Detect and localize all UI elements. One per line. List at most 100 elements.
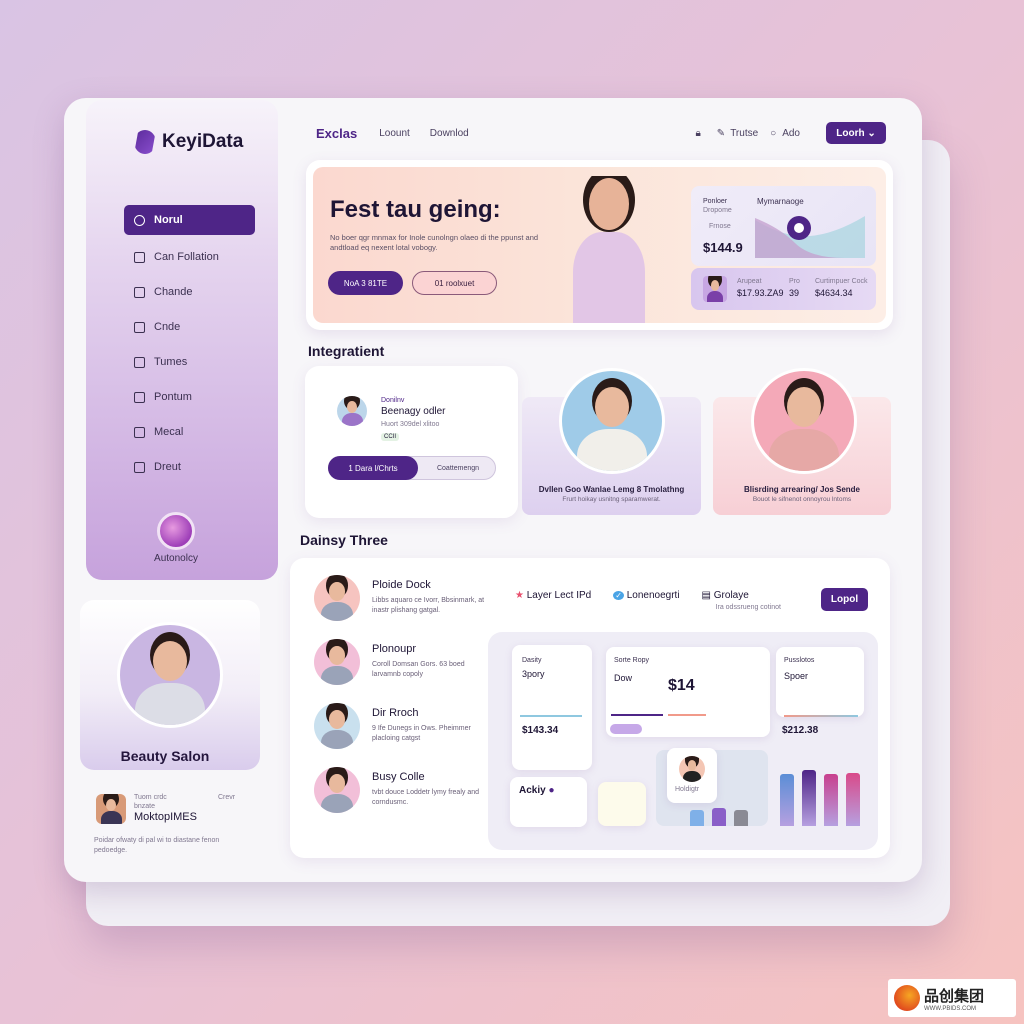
section-title-integration: Integratient [308, 343, 385, 359]
member-avatar [314, 767, 360, 813]
profile-description: Poidar ofwaty di pal wi to diastane feno… [94, 837, 220, 854]
team-member[interactable]: Plonoupr Coroll Domsan Gors. 63 boed larv… [314, 639, 494, 685]
mini-bar-chart [690, 806, 758, 826]
sidebar-item-pontum[interactable]: Pontum [124, 380, 255, 414]
member-description: Coroll Domsan Gors. 63 boed larvamnb cop… [372, 661, 465, 678]
profile-meta2: bnzate [134, 803, 156, 810]
profile-meta-right: Crevr [218, 794, 236, 801]
widget-card[interactable]: Pusslotos Spoer $212.38 [776, 647, 864, 736]
avatar[interactable] [157, 512, 195, 550]
team-member[interactable]: Dir Rroch 9 Ife Dunegs in Ows. Pheimmer p… [314, 703, 494, 749]
widget-card[interactable]: Sorte Ropy Dow $14 [606, 647, 770, 737]
bar [802, 770, 816, 826]
avatar-label: Autonolcy [154, 553, 198, 564]
summary-widget: Arupeat $17.93.ZA9 Pro 39 Curtimpuer Coc… [691, 268, 876, 310]
widget-card[interactable]: Dasity 3pory $143.34 [512, 645, 592, 770]
topbar-link[interactable]: Downlod [430, 128, 469, 139]
team-action-button[interactable]: Lopol [821, 588, 868, 611]
profile-photo [117, 622, 223, 728]
clock-icon [134, 214, 145, 226]
stat-value: $144.9 [703, 240, 743, 255]
calendar-icon [134, 321, 145, 333]
member-name: Ploide Dock [372, 579, 431, 591]
sidebar-item-label: Mecal [154, 426, 184, 438]
action-item[interactable]: ✓ Lonenoegrti [613, 590, 680, 601]
action-item[interactable]: ▤ Grolaye Ira odssrueng cotinot [702, 590, 781, 612]
sidebar-item-label: Pontum [154, 391, 192, 403]
member-avatar [314, 575, 360, 621]
hero-title: Fest tau geing: [330, 196, 501, 223]
sidebar-item-label: Dreut [154, 461, 181, 473]
top-bar: Exclas Loount Downlod 🔒︎ ✎ Trutse ○ Ado … [316, 122, 886, 144]
star-icon: ★ [515, 590, 524, 601]
bar [734, 810, 748, 826]
topbar-brand[interactable]: Exclas [316, 126, 357, 141]
toggle[interactable] [610, 724, 642, 734]
pen-icon[interactable]: ✎ [717, 128, 725, 139]
status-badge: CCII [381, 433, 399, 441]
user-thumbnail [96, 794, 126, 824]
member-avatar [314, 703, 360, 749]
action-item[interactable]: ★ Layer Lect IPd [515, 590, 591, 601]
area-chart [755, 216, 865, 258]
member-description: 9 Ife Dunegs in Ows. Pheimmer placloing … [372, 725, 471, 742]
bar [712, 808, 726, 826]
team-member[interactable]: Ploide Dock Libbs aquaro ce Ivorr, Bbsinm… [314, 575, 494, 621]
widget-card[interactable] [598, 782, 646, 826]
integration-avatar [337, 396, 367, 426]
bar [690, 810, 704, 826]
topbar-item[interactable]: Trutse [730, 128, 758, 139]
topbar-item[interactable]: Ado [782, 128, 800, 139]
sidebar-item-chande[interactable]: Chande [124, 275, 255, 309]
integration-profile-card: Donilnv Beenagy odler Huort 309del xlito… [305, 366, 518, 518]
member-name: Dir Rroch [372, 707, 419, 719]
sidebar-item-dreut[interactable]: Dreut [124, 450, 255, 484]
sidebar-item-label: Cnde [154, 321, 181, 333]
profile-card[interactable] [80, 600, 260, 770]
card-caption: Dvllen Goo Wanlae Lemg 8 Tmolathng [538, 485, 685, 494]
integration-card-photo [751, 368, 857, 474]
camera-icon [134, 426, 145, 438]
team-member[interactable]: Busy Colle tvbt douce Loddetr lymy frealy… [314, 767, 494, 813]
integration-card-photo [559, 368, 665, 474]
profile-meta1: Tuom crdc [134, 794, 167, 801]
member-name: Busy Colle [372, 771, 425, 783]
circle-icon[interactable]: ○ [770, 128, 776, 139]
sidebar-nav: Norul Can Follation Chande Cnde Tumes Pontum M… [124, 205, 255, 485]
sidebar-item-cnde[interactable]: Cnde [124, 310, 255, 344]
member-avatar [314, 639, 360, 685]
sidebar-item-mecal[interactable]: Mecal [124, 415, 255, 449]
card-subcaption: Bouot le sifnenot onnoyrou lntoms [752, 496, 852, 503]
hero-secondary-button[interactable]: 01 roolxuet [412, 271, 497, 295]
chart-title: Mymarnaoge [757, 197, 804, 206]
sidebar-item-label: Tumes [154, 356, 188, 368]
users-icon [134, 461, 145, 473]
sidebar-item-tumes[interactable]: Tumes [124, 345, 255, 379]
segment-primary[interactable]: 1 Dara l/Chrts [328, 456, 418, 480]
user-widget[interactable]: Holdigtr [667, 748, 717, 803]
watermark-logo-icon [894, 985, 920, 1011]
at-icon [134, 391, 145, 403]
login-button[interactable]: Loorh ⌄ [826, 122, 886, 144]
check-icon: ✓ [613, 591, 624, 600]
topbar-link[interactable]: Loount [379, 128, 410, 139]
document-icon: ▤ [701, 590, 711, 601]
member-name: Plonoupr [372, 643, 417, 655]
stat-widget: Ponloer Dropome Frnose $144.9 Mymarnaoge [691, 186, 876, 266]
watermark: 品创集团 WWW.PBIDS.COM [888, 979, 1016, 1017]
bar [780, 774, 794, 826]
lock-icon[interactable]: 🔒︎ [695, 128, 700, 139]
widget-card[interactable]: Ackiy ● [510, 777, 587, 827]
hero-subtitle: No boer qgr mnmax for Inole cunolngn ola… [330, 233, 539, 253]
bar-chart [780, 770, 862, 826]
bar [824, 774, 838, 826]
hero-primary-button[interactable]: NoA 3 81TE [328, 271, 403, 295]
segment-secondary[interactable]: Coattemengn [420, 456, 496, 480]
summary-avatar [703, 276, 727, 302]
sidebar-item-norul[interactable]: Norul [124, 205, 255, 235]
sidebar-item-label: Can Follation [154, 251, 219, 263]
bar [846, 772, 860, 826]
sidebar-item-can-follation[interactable]: Can Follation [124, 240, 255, 274]
card-caption: Blisrding arrearing/ Jos Sende [743, 485, 861, 494]
logo[interactable]: KeyiData [134, 130, 243, 154]
